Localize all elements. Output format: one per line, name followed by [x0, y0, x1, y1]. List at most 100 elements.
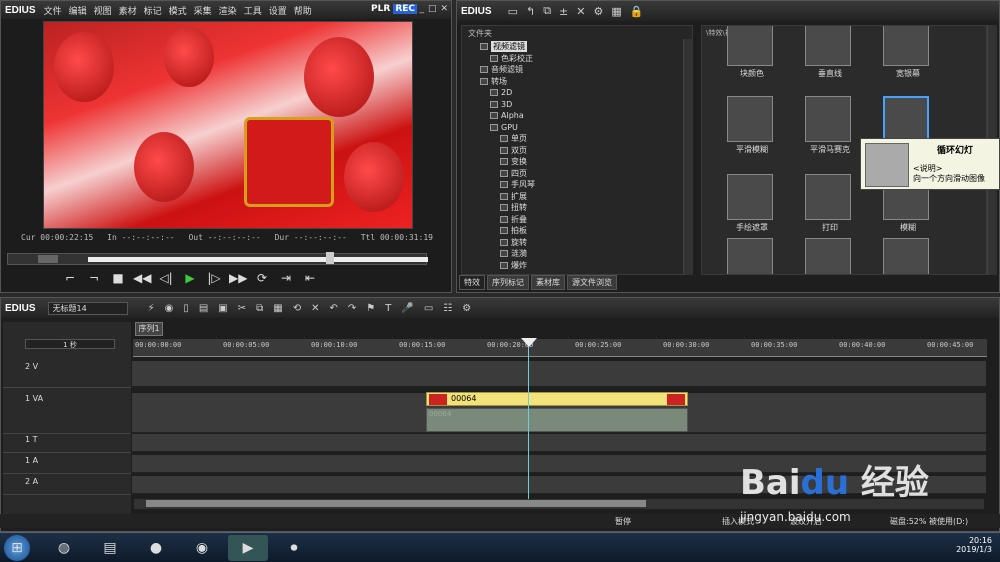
menu-item[interactable]: 文件 [44, 7, 62, 17]
undo-icon[interactable]: ↶ [330, 303, 338, 314]
audio-clip[interactable]: 00064 [426, 408, 688, 432]
copy-icon[interactable]: ⧉ [543, 4, 551, 18]
render-icon[interactable]: ▭ [424, 303, 433, 314]
effect-thumbnail[interactable] [883, 96, 929, 142]
track-header[interactable]: 2 A [3, 477, 131, 495]
effect-thumbnail[interactable] [805, 238, 851, 274]
menu-item[interactable]: 视图 [94, 7, 112, 17]
open-icon[interactable]: ▤ [199, 303, 208, 314]
tree-item[interactable]: 爆炸 [462, 260, 692, 272]
playhead[interactable] [528, 340, 529, 500]
effects-tab[interactable]: 序列标记 [487, 275, 529, 290]
plr-button[interactable]: PLR [369, 4, 392, 14]
effect-thumbnail[interactable] [883, 26, 929, 66]
insert-icon[interactable]: ⇥ [277, 271, 295, 285]
effect-thumbnail[interactable] [883, 238, 929, 274]
effect-label[interactable]: 平滑马赛克 [790, 144, 870, 155]
explorer-icon[interactable]: ▤ [90, 535, 130, 561]
menu-item[interactable]: 标记 [144, 7, 162, 17]
fast-forward-icon[interactable]: ▶▶ [229, 271, 247, 285]
tree-item[interactable]: GPU [462, 122, 692, 134]
tree-item[interactable]: 扭转 [462, 202, 692, 214]
track-header[interactable]: 2 V [3, 362, 131, 388]
track-lane[interactable] [132, 434, 986, 452]
tree-item[interactable]: 双页 [462, 145, 692, 157]
tree-item[interactable]: 转场 [462, 76, 692, 88]
tree-item[interactable]: 色彩校正 [462, 53, 692, 65]
stop-icon[interactable]: ■ [109, 271, 127, 285]
track-lane[interactable] [132, 361, 986, 387]
up-icon[interactable]: ↰ [526, 5, 535, 18]
mic-icon[interactable]: 🎤 [401, 303, 413, 314]
effect-thumbnail[interactable] [805, 26, 851, 66]
playhead-handle[interactable] [521, 338, 537, 347]
tree-item[interactable]: 2D [462, 87, 692, 99]
tree-item[interactable]: 视频滤镜 [462, 41, 692, 53]
menu-item[interactable]: 采集 [194, 7, 212, 17]
effect-label[interactable]: 手绘遮罩 [712, 222, 792, 233]
qq-icon[interactable]: ● [136, 535, 176, 561]
redo-icon[interactable]: ↷ [348, 303, 356, 314]
new-icon[interactable]: ▯ [183, 303, 189, 314]
minimize-icon[interactable]: _ [419, 4, 424, 14]
track-header[interactable]: 1 T [3, 435, 131, 453]
tree-item[interactable]: Alpha [462, 110, 692, 122]
effect-label[interactable]: 垂直线 [790, 68, 870, 79]
track-header[interactable]: 1 A [3, 456, 131, 474]
maximize-icon[interactable]: □ [428, 4, 437, 14]
effect-label[interactable]: 打印 [790, 222, 870, 233]
firefox-icon[interactable]: ◉ [182, 535, 222, 561]
tree-item[interactable]: 3D [462, 99, 692, 111]
play-icon[interactable]: ▶ [181, 271, 199, 285]
mark-out-icon[interactable]: ¬ [85, 271, 103, 285]
mode-icon[interactable]: ⚡ [148, 303, 155, 314]
effects-tab[interactable]: 素材库 [531, 275, 565, 290]
tree-item[interactable]: 旋转 [462, 237, 692, 249]
capture-icon[interactable]: ◉ [165, 303, 174, 314]
lock-icon[interactable]: 🔒 [630, 5, 644, 18]
scrollbar-thumb[interactable] [146, 500, 646, 507]
menu-item[interactable]: 编辑 [69, 7, 87, 17]
replace-icon[interactable]: ⟲ [293, 303, 301, 314]
copy-icon[interactable]: ⧉ [256, 303, 263, 314]
tree-item[interactable]: 四页 [462, 168, 692, 180]
settings-icon[interactable]: ⚙ [462, 303, 471, 314]
menu-item[interactable]: 模式 [169, 7, 187, 17]
project-name[interactable]: 无标题14 [47, 301, 128, 315]
scrub-thumb[interactable] [326, 252, 334, 264]
effects-tab[interactable]: 源文件浏览 [567, 275, 617, 290]
save-icon[interactable]: ▣ [218, 303, 227, 314]
menu-item[interactable]: 帮助 [294, 7, 312, 17]
tree-item[interactable]: 手风琴 [462, 179, 692, 191]
tree-scrollbar[interactable] [683, 39, 693, 275]
start-button[interactable]: ⊞ [4, 535, 30, 561]
effects-tab[interactable]: 特效 [459, 275, 485, 290]
effect-thumbnail[interactable] [727, 26, 773, 66]
overwrite-icon[interactable]: ⇤ [301, 271, 319, 285]
zoom-select[interactable]: 1 秒 [25, 339, 115, 349]
cut-icon[interactable]: ✂ [238, 303, 246, 314]
record-icon[interactable]: ⏺ [274, 535, 314, 561]
scrub-bar[interactable] [7, 252, 428, 265]
rewind-icon[interactable]: ◀◀ [133, 271, 151, 285]
tools-icon[interactable]: ⚙ [593, 5, 603, 18]
paste-icon[interactable]: ▦ [273, 303, 282, 314]
loop-icon[interactable]: ⟳ [253, 271, 271, 285]
clock[interactable]: 20:16 2019/1/3 [956, 536, 992, 554]
view-icon[interactable]: ▦ [611, 5, 621, 18]
effect-thumbnail[interactable] [805, 96, 851, 142]
tree-item[interactable]: 拍板 [462, 225, 692, 237]
menu-item[interactable]: 素材 [119, 7, 137, 17]
edius-taskbar-icon[interactable]: ▶ [228, 535, 268, 561]
effect-thumbnail[interactable] [727, 96, 773, 142]
menu-item[interactable]: 渲染 [219, 7, 237, 17]
sequence-tab[interactable]: 序列1 [135, 322, 163, 336]
tree-item[interactable]: 折叠 [462, 214, 692, 226]
effect-thumbnail[interactable] [727, 174, 773, 220]
step-forward-icon[interactable]: |▷ [205, 271, 223, 285]
delete-icon[interactable]: ✕ [576, 5, 585, 18]
menu-item[interactable]: 设置 [269, 7, 287, 17]
tree-item[interactable]: 扩展 [462, 191, 692, 203]
delete-icon[interactable]: ✕ [311, 303, 319, 314]
add-icon[interactable]: ± [559, 5, 568, 18]
